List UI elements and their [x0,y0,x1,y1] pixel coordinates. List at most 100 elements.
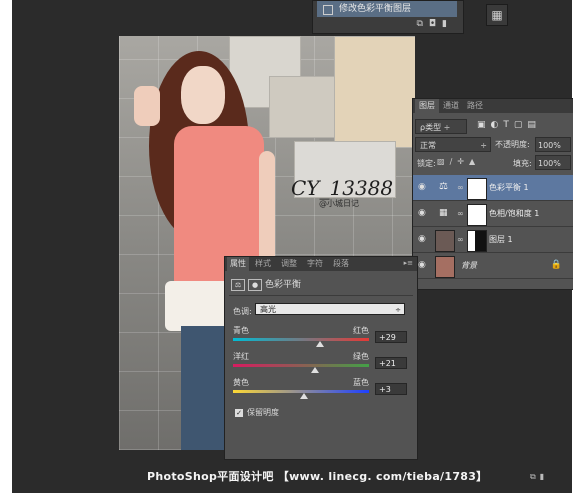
properties-tab-bar: 属性 样式 调整 字符 段落 ▸≡ [225,257,417,271]
blend-mode-select[interactable]: 正常 ÷ [415,137,491,152]
history-panel: 修改色彩平衡图层 ⧉◘▮ [312,0,464,34]
link-icon[interactable]: ∞ [457,183,464,192]
preserve-luminosity-checkbox[interactable]: ✓ 保留明度 [235,407,279,418]
history-actions: ⧉◘▮ [416,19,453,29]
layer-mask-thumbnail[interactable] [467,230,487,252]
tab-properties[interactable]: 属性 [227,257,249,271]
camera-icon[interactable]: ◘ [429,19,442,29]
smart-object-filter-icon[interactable]: ▤ [527,120,541,130]
opacity-input[interactable]: 100% [535,137,571,152]
poster [334,36,415,148]
slider-right-label: 绿色 [353,352,369,361]
fill-input[interactable]: 100% [535,155,571,170]
layer-name: 图层 1 [489,235,513,244]
layer-thumbnail[interactable] [435,230,455,252]
type-filter-icon[interactable]: T [503,120,514,130]
lock-label: 锁定: [417,159,436,168]
tone-value: 高光 [260,305,276,314]
filter-icons: ▣◐T▢▤ [477,120,541,130]
history-snapshot-checkbox[interactable] [323,5,333,15]
arm [259,151,275,271]
balance-scale-icon: ⚖ [439,181,448,192]
panel-menu-icon[interactable]: ▸≡ [404,259,413,267]
tab-adjustments[interactable]: 调整 [281,257,297,271]
layers-tab-bar: 图层 通道 路径 [413,99,573,113]
slider-value-input[interactable]: +29 [375,331,407,343]
layer-row[interactable]: ◉ ⚖ ∞ 色彩平衡 1 [413,175,573,201]
adjustment-title: ⚖ ● 色彩平衡 [231,277,301,291]
tab-paragraph[interactable]: 段落 [333,257,349,271]
chevron-down-icon: ÷ [480,141,487,150]
lock-transparent-icon[interactable]: ▨ [437,157,450,166]
layer-thumbnail[interactable] [435,256,455,278]
layer-name: 背景 [461,261,477,270]
link-icon[interactable]: ∞ [457,209,464,218]
layers-bottom-icons: ⧉▮ [530,472,548,482]
layer-mask-thumbnail[interactable] [467,178,487,200]
tone-label: 色调: [233,307,252,316]
watermark: PhotoShop平面设计吧 【www. linecg. com/tieba/1… [147,470,488,483]
tone-select[interactable]: 高光 ÷ [255,303,405,315]
trash-icon[interactable]: ▮ [442,19,453,29]
slider-handle[interactable] [310,367,319,373]
tab-channels[interactable]: 通道 [439,99,463,113]
slider-value-input[interactable]: +3 [375,383,407,395]
slider-value-input[interactable]: +21 [375,357,407,369]
tab-styles[interactable]: 样式 [255,257,271,271]
face [181,66,225,124]
slider-handle[interactable] [316,341,325,347]
eye-icon[interactable]: ◉ [418,260,426,270]
hue-saturation-icon: ▦ [439,208,448,218]
lock-icons: ▨∕✛▲ [437,157,480,166]
signature-sub: @小城日记 [319,199,359,208]
slider-handle[interactable] [299,393,308,399]
layer-row[interactable]: ◉ 背景 🔒 [413,253,573,279]
layer-kind-label: ρ类型 [420,123,442,132]
tab-layers[interactable]: 图层 [415,99,439,113]
new-layer-icon[interactable]: ⧉ [530,472,540,481]
layer-row[interactable]: ◉ ▦ ∞ 色相/饱和度 1 [413,201,573,227]
image-filter-icon[interactable]: ▣ [477,120,491,130]
layer-name: 色相/饱和度 1 [489,209,540,218]
layer-kind-filter[interactable]: ρ类型 ÷ [415,119,467,134]
history-step-label: 修改色彩平衡图层 [339,4,412,14]
checkmark-icon: ✓ [235,408,243,417]
slider-track[interactable] [233,338,369,341]
slider-right-label: 蓝色 [353,378,369,387]
eye-icon[interactable]: ◉ [418,208,426,218]
panel-grid-icon[interactable]: ▦ [486,4,508,26]
trash-icon[interactable]: ▮ [540,472,548,481]
lock-all-icon[interactable]: ▲ [469,157,480,166]
layer-row[interactable]: ◉ ∞ 图层 1 [413,227,573,253]
lock-move-icon[interactable]: ✛ [457,157,469,166]
arm [134,86,160,126]
slider-left-label: 洋红 [233,352,249,361]
preserve-luminosity-label: 保留明度 [247,408,279,417]
eye-icon[interactable]: ◉ [418,182,426,192]
history-step[interactable]: 修改色彩平衡图层 [317,1,457,17]
new-document-icon[interactable]: ⧉ [416,19,428,29]
adjustment-filter-icon[interactable]: ◐ [491,120,504,130]
fill-label: 填充: [513,159,532,168]
tab-character[interactable]: 字符 [307,257,323,271]
poster [269,76,341,138]
divider [229,295,413,296]
properties-panel: 属性 样式 调整 字符 段落 ▸≡ ⚖ ● 色彩平衡 色调: 高光 ÷ ✓ 保留明度 青… [224,256,418,460]
mask-icon[interactable]: ● [248,279,262,291]
lock-icon: 🔒 [550,260,562,270]
slider-track[interactable] [233,364,369,367]
layers-panel: 图层 通道 路径 ρ类型 ÷ ▣◐T▢▤ 正常 ÷ 不透明度: 100% 锁定:… [412,98,573,290]
tab-paths[interactable]: 路径 [463,99,487,113]
slider-right-label: 红色 [353,326,369,335]
layer-mask-thumbnail[interactable] [467,204,487,226]
slider-left-label: 黄色 [233,378,249,387]
blend-mode-value: 正常 [420,141,436,150]
layer-name: 色彩平衡 1 [489,183,529,192]
signature: CY_13388 [291,176,394,200]
shape-filter-icon[interactable]: ▢ [514,120,528,130]
slider-left-label: 青色 [233,326,249,335]
adjustment-name: 色彩平衡 [265,280,302,290]
chevron-down-icon: ÷ [395,306,401,314]
eye-icon[interactable]: ◉ [418,234,426,244]
link-icon[interactable]: ∞ [457,235,464,244]
